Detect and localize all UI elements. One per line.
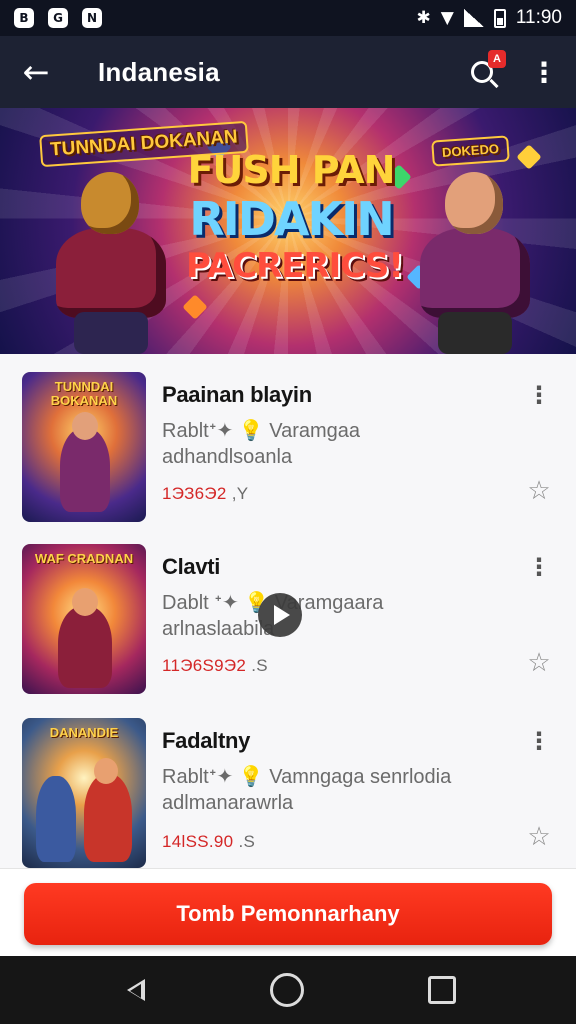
- search-button[interactable]: A: [458, 48, 506, 96]
- favorite-button[interactable]: ☆: [522, 646, 556, 680]
- battery-icon: [493, 8, 506, 28]
- game-list: TUNNDAI BOKANAN Paainan blayin Rabltᐩ✦ 💡…: [0, 354, 576, 868]
- nav-back-icon[interactable]: [118, 972, 154, 1008]
- notification-icons: B G N: [14, 8, 102, 28]
- thumbnail-figure: [72, 588, 98, 616]
- clock: 11:90: [515, 7, 562, 28]
- item-title: Paainan blayin: [162, 382, 312, 407]
- item-thumbnail: WAF CRADNAN: [22, 544, 146, 694]
- hero-character-right: [400, 172, 550, 354]
- item-price-suffix: .Ѕ: [238, 832, 256, 851]
- bottom-action-area: Tomb Pemonnarhany: [0, 868, 576, 956]
- banner-title-line: PACRERICS!: [186, 246, 404, 286]
- more-vert-icon: ⋮: [530, 55, 558, 89]
- item-title: Clavti: [162, 554, 221, 579]
- promo-banner[interactable]: TUNNDAI DOKANAN DOKEDO FUSH PAN RIDAKIN …: [0, 108, 576, 354]
- status-bar: B G N ✱ ▼ 11:90: [0, 0, 576, 36]
- thumbnail-label: TUNNDAI BOKANAN: [50, 379, 118, 408]
- thumbnail-figure: [36, 776, 76, 862]
- favorite-button[interactable]: ☆: [522, 820, 556, 854]
- item-price: 14lЅЅ.90 .Ѕ: [162, 832, 255, 852]
- item-menu-button[interactable]: ⋮: [522, 724, 556, 758]
- item-description-line: adlmanarawrla: [162, 792, 294, 814]
- thumbnail-label: WAF CRADNAN: [34, 551, 134, 566]
- item-price-suffix: .Ѕ: [251, 656, 268, 675]
- item-price-value: 1ЭЗ6Э2: [162, 484, 227, 503]
- list-item[interactable]: DANANDIE Fadaltny Rabltᐩ✦ 💡 Vamngaga sen…: [0, 698, 576, 870]
- play-button[interactable]: [258, 593, 302, 637]
- banner-title-line: RIDAKIN: [189, 192, 395, 246]
- item-description-line: Rabltᐩ✦ 💡 Vamngaga senrlodia: [162, 766, 452, 788]
- thumbnail-figure: [72, 412, 98, 440]
- item-price-value: 11Э6Ѕ9Э2: [162, 656, 247, 675]
- favorite-button[interactable]: ☆: [522, 474, 556, 508]
- more-vert-icon: ⋮: [527, 553, 551, 581]
- star-outline-icon: ☆: [527, 822, 551, 852]
- item-menu-button[interactable]: ⋮: [522, 378, 556, 412]
- notification-badge: A: [488, 50, 506, 68]
- star-outline-icon: ☆: [527, 476, 551, 506]
- notification-icon: G: [48, 8, 68, 28]
- item-description: Rabltᐩ✦ 💡 Varamgaa adhandlsoanla: [162, 418, 360, 470]
- item-description: Rabltᐩ✦ 💡 Vamngaga senrlodia adlmanarawr…: [162, 764, 451, 816]
- item-price: 1ЭЗ6Э2 ,Y: [162, 484, 248, 504]
- thumbnail-figure: [94, 758, 118, 784]
- back-button[interactable]: ←: [0, 36, 72, 108]
- thumbnail-figure: [58, 606, 112, 688]
- notification-icon: N: [82, 8, 102, 28]
- screen: B G N ✱ ▼ 11:90 ← Indanesia A ⋮ TUNNDAI …: [0, 0, 576, 1024]
- more-vert-icon: ⋮: [527, 381, 551, 409]
- page-title: Indanesia: [98, 56, 220, 87]
- wifi-icon: ▼: [440, 8, 454, 28]
- arrow-left-icon: ←: [22, 53, 50, 91]
- star-outline-icon: ☆: [527, 648, 551, 678]
- item-menu-button[interactable]: ⋮: [522, 550, 556, 584]
- item-thumbnail: TUNNDAI BOKANAN: [22, 372, 146, 522]
- nav-recents-icon[interactable]: [428, 976, 456, 1004]
- notification-icon: B: [14, 8, 34, 28]
- thumbnail-figure: [60, 428, 110, 512]
- list-item[interactable]: TUNNDAI BOKANAN Paainan blayin Rabltᐩ✦ 💡…: [0, 354, 576, 526]
- item-description-line: adhandlsoanla: [162, 446, 293, 468]
- signal-icon: [463, 9, 484, 27]
- vibrate-icon: ✱: [416, 8, 431, 28]
- app-bar: ← Indanesia A ⋮: [0, 36, 576, 108]
- more-vert-icon: ⋮: [527, 727, 551, 755]
- item-description-line: Rabltᐩ✦ 💡 Varamgaa: [162, 420, 361, 442]
- item-price-suffix: ,Y: [231, 484, 249, 503]
- thumbnail-label: DANANDIE: [49, 725, 119, 740]
- thumbnail-figure: [84, 774, 132, 862]
- item-price-value: 14lЅЅ.90: [162, 832, 234, 851]
- system-nav-bar: [0, 956, 576, 1024]
- banner-title: FUSH PAN RIDAKIN PACRERICS!: [186, 148, 404, 286]
- hero-character-left: [36, 172, 186, 354]
- item-price: 11Э6Ѕ9Э2 .Ѕ: [162, 656, 268, 676]
- banner-logo-secondary: DOKEDO: [431, 135, 510, 167]
- item-thumbnail: DANANDIE: [22, 718, 146, 868]
- overflow-menu-button[interactable]: ⋮: [520, 48, 568, 96]
- status-indicators: ✱ ▼ 11:90: [417, 7, 562, 29]
- banner-title-line: FUSH PAN: [187, 148, 396, 192]
- primary-action-button[interactable]: Tomb Pemonnarhany: [24, 883, 552, 945]
- item-title: Fadaltny: [162, 728, 251, 753]
- nav-home-icon[interactable]: [270, 973, 304, 1007]
